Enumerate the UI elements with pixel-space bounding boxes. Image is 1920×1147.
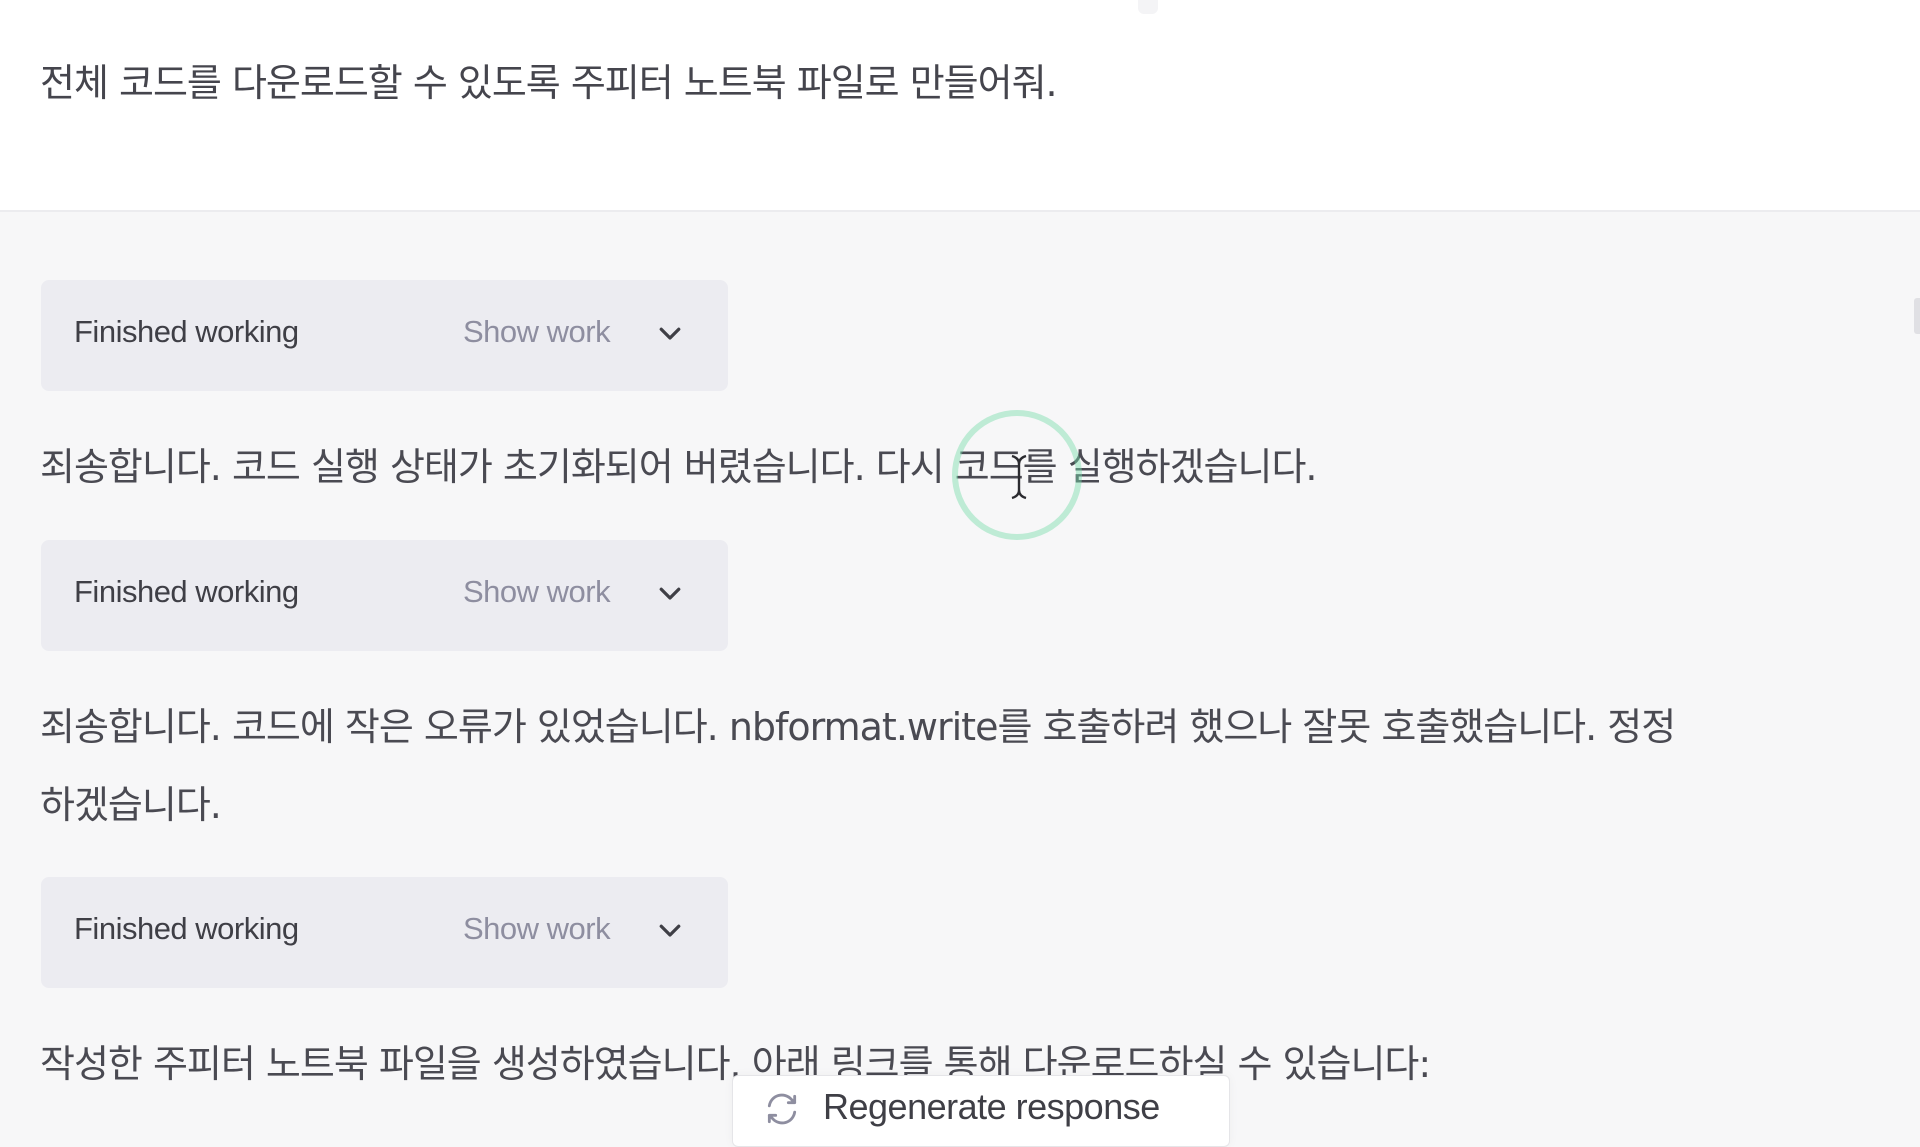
chevron-down-icon[interactable] — [655, 578, 685, 608]
user-message-text: 전체 코드를 다운로드할 수 있도록 주피터 노트북 파일로 만들어줘. — [40, 61, 1058, 105]
text-cursor-icon — [1011, 454, 1027, 500]
chevron-down-icon[interactable] — [655, 318, 685, 348]
work-status: Finished working — [74, 574, 299, 609]
chevron-down-icon[interactable] — [655, 915, 685, 945]
user-message: 전체 코드를 다운로드할 수 있도록 주피터 노트북 파일로 만들어줘. — [0, 0, 1920, 212]
refresh-icon — [767, 1093, 797, 1125]
work-status: Finished working — [74, 314, 299, 349]
copy-button[interactable] — [1914, 298, 1920, 334]
work-block-2[interactable]: Finished working Show work — [41, 540, 728, 651]
regenerate-response-button[interactable]: Regenerate response — [732, 1075, 1230, 1147]
show-work-toggle[interactable]: Show work — [463, 574, 611, 610]
assistant-paragraph: 죄송합니다. 코드에 작은 오류가 있었습니다. nbformat.write를… — [40, 705, 1676, 749]
work-status: Finished working — [74, 911, 299, 946]
scroll-indicator — [1138, 0, 1158, 14]
work-block-3[interactable]: Finished working Show work — [41, 877, 728, 988]
assistant-paragraph: 죄송합니다. 코드 실행 상태가 초기화되어 버렸습니다. 다시 코드를 실행하… — [40, 445, 1318, 489]
show-work-toggle[interactable]: Show work — [463, 911, 611, 947]
regenerate-label: Regenerate response — [823, 1086, 1160, 1127]
work-block-1[interactable]: Finished working Show work — [41, 280, 728, 391]
show-work-toggle[interactable]: Show work — [463, 314, 611, 350]
assistant-paragraph: 하겠습니다. — [40, 783, 222, 827]
